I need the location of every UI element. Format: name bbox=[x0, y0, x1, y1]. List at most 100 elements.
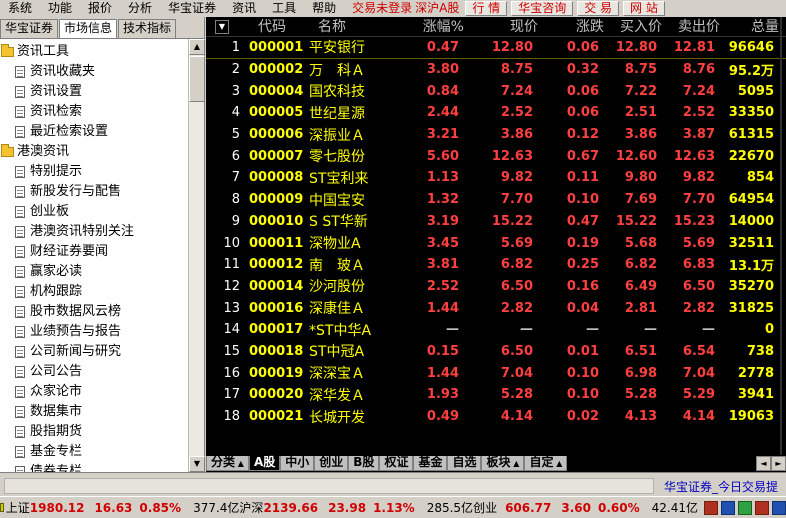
connection-icon[interactable] bbox=[738, 500, 752, 515]
tree-item[interactable]: 业绩预告与报告 bbox=[0, 322, 188, 342]
header-code[interactable]: 代码 bbox=[253, 17, 314, 37]
change-pct: 3.81 bbox=[426, 257, 459, 273]
market-tab[interactable]: 自选 bbox=[447, 456, 482, 471]
menu-tools[interactable]: 工具 bbox=[264, 0, 304, 17]
tree-item-label: 最近检索设置 bbox=[30, 124, 109, 139]
menu-help[interactable]: 帮助 bbox=[304, 0, 344, 17]
market-tab-label: 基金 bbox=[418, 455, 443, 469]
market-tab[interactable]: 分类 ▲ bbox=[206, 456, 249, 471]
header-price[interactable]: 现价 bbox=[464, 17, 538, 37]
grid-divider bbox=[780, 17, 782, 455]
tree-item[interactable]: 股指期货 bbox=[0, 422, 188, 442]
tree-item[interactable]: 财经证券要闻 bbox=[0, 242, 188, 262]
quote-button[interactable]: 行 情 bbox=[465, 1, 508, 16]
table-row[interactable]: 8 000009 中国宝安 1.32 7.70 0.10 7.69 7.70 64954 bbox=[206, 189, 786, 211]
table-row[interactable]: 7 000008 ST宝利来 1.13 9.82 0.11 9.80 9.82 854 bbox=[206, 167, 786, 189]
network-icon[interactable] bbox=[721, 500, 735, 515]
stock-name: 中国宝安 bbox=[309, 192, 365, 209]
tree-item[interactable]: 基金专栏 bbox=[0, 442, 188, 462]
table-row[interactable]: 16 000019 深深宝Ａ 1.44 7.04 0.10 6.98 7.04 2778 bbox=[206, 362, 786, 384]
market-tab[interactable]: 中小 bbox=[280, 456, 315, 471]
tree-item-label: 港澳资讯特别关注 bbox=[30, 224, 135, 239]
scroll-thumb[interactable] bbox=[189, 56, 205, 102]
tree-item[interactable]: 港澳资讯特别关注 bbox=[0, 222, 188, 242]
market-tab[interactable]: 自定 ▲ bbox=[524, 456, 568, 471]
tree-scrollbar[interactable]: ▲ ▼ bbox=[188, 39, 205, 472]
tree-item[interactable]: 股市数据风云榜 bbox=[0, 302, 188, 322]
login-status[interactable]: 交易未登录 bbox=[344, 0, 415, 17]
header-change[interactable]: 涨跌 bbox=[538, 17, 604, 37]
table-row[interactable]: 13 000016 深康佳Ａ 1.44 2.82 0.04 2.81 2.82 31825 bbox=[206, 297, 786, 319]
cy-pct: 0.60% bbox=[598, 500, 640, 515]
menu-analysis[interactable]: 分析 bbox=[120, 0, 160, 17]
market-tab[interactable]: 基金 bbox=[413, 455, 448, 471]
table-row[interactable]: 18 000021 长城开发 0.49 4.14 0.02 4.13 4.14 19063 bbox=[206, 406, 786, 428]
settings-icon[interactable] bbox=[772, 500, 786, 515]
tree-item[interactable]: 数据集市 bbox=[0, 402, 188, 422]
table-row[interactable]: 1 000001 平安银行 0.47 12.80 0.06 12.80 12.81 96646 bbox=[206, 37, 786, 59]
tree-item-label: 赢家必读 bbox=[30, 264, 83, 279]
tree-item[interactable]: 债券专栏 bbox=[0, 462, 188, 472]
table-row[interactable]: 12 000014 沙河股份 2.52 6.50 0.16 6.49 6.50 35270 bbox=[206, 276, 786, 298]
tree-item[interactable]: 创业板 bbox=[0, 202, 188, 222]
market-tab[interactable]: B股 bbox=[348, 456, 380, 471]
market-tab[interactable]: 权证 bbox=[379, 456, 414, 471]
advisor-button[interactable]: 华宝咨询 bbox=[511, 1, 574, 16]
header-change-pct[interactable]: 涨幅% bbox=[402, 17, 464, 37]
trade-button[interactable]: 交 易 bbox=[577, 1, 620, 16]
daily-trade-link[interactable]: 华宝证券_今日交易提 bbox=[664, 478, 778, 495]
tree-folder[interactable]: 港澳资讯 bbox=[0, 142, 188, 162]
website-button[interactable]: 网 站 bbox=[623, 1, 665, 16]
table-row[interactable]: 9 000010 S ST华新 3.19 15.22 0.47 15.22 15.23 1400… bbox=[206, 211, 786, 233]
header-volume[interactable]: 总量 bbox=[720, 17, 779, 37]
tree-item[interactable]: 公司公告 bbox=[0, 362, 188, 382]
tab-scroll-right-icon[interactable]: ► bbox=[771, 456, 786, 471]
tree-item[interactable]: 资讯设置 bbox=[0, 82, 188, 102]
tree-item[interactable]: 机构跟踪 bbox=[0, 282, 188, 302]
scroll-down-icon[interactable]: ▼ bbox=[189, 456, 205, 472]
menu-huabao[interactable]: 华宝证券 bbox=[160, 0, 224, 17]
tab-market-info[interactable]: 市场信息 bbox=[59, 19, 118, 38]
table-row[interactable]: 14 000017 *ST中华A — — — — — 0 bbox=[206, 319, 786, 341]
bid-price: 7.22 bbox=[624, 83, 657, 99]
tree-item[interactable]: 公司新闻与研究 bbox=[0, 342, 188, 362]
tab-huabao[interactable]: 华宝证券 bbox=[0, 19, 59, 38]
tree-item[interactable]: 资讯检索 bbox=[0, 102, 188, 122]
table-row[interactable]: 11 000012 南 玻Ａ 3.81 6.82 0.25 6.82 6.83 13.1万 bbox=[206, 254, 786, 276]
header-ask[interactable]: 卖出价 bbox=[662, 17, 720, 37]
tree-item[interactable]: 众家论市 bbox=[0, 382, 188, 402]
quote-grid: ▼ 代码 名称 涨幅% 现价 涨跌 买入价 卖出价 总量 1 000001 平安银行… bbox=[206, 17, 786, 455]
menu-quote[interactable]: 报价 bbox=[80, 0, 120, 17]
tree-item[interactable]: 最近检索设置 bbox=[0, 122, 188, 142]
sort-dropdown-icon[interactable]: ▼ bbox=[215, 19, 229, 34]
tab-indicators[interactable]: 技术指标 bbox=[118, 19, 177, 38]
tree-folder[interactable]: 资讯工具 bbox=[0, 42, 188, 62]
market-tab[interactable]: 创业 bbox=[314, 456, 349, 471]
market-tab[interactable]: A股 bbox=[248, 456, 281, 471]
volume: 13.1万 bbox=[728, 259, 774, 275]
table-row[interactable]: 5 000006 深振业Ａ 3.21 3.86 0.12 3.86 3.87 61315 bbox=[206, 124, 786, 146]
table-row[interactable]: 10 000011 深物业A 3.45 5.69 0.19 5.68 5.69 32511 bbox=[206, 232, 786, 254]
table-row[interactable]: 17 000020 深华发Ａ 1.93 5.28 0.10 5.28 5.29 3941 bbox=[206, 384, 786, 406]
menu-system[interactable]: 系统 bbox=[0, 0, 40, 17]
tree-item[interactable]: 资讯收藏夹 bbox=[0, 62, 188, 82]
tree-item[interactable]: 赢家必读 bbox=[0, 262, 188, 282]
header-bid[interactable]: 买入价 bbox=[604, 17, 662, 37]
market-label[interactable]: 深沪A股 bbox=[415, 0, 461, 17]
scroll-up-icon[interactable]: ▲ bbox=[189, 39, 205, 55]
table-row[interactable]: 4 000005 世纪星源 2.44 2.52 0.06 2.51 2.52 33350 bbox=[206, 102, 786, 124]
menu-function[interactable]: 功能 bbox=[40, 0, 80, 17]
table-row[interactable]: 2 000002 万 科Ａ 3.80 8.75 0.32 8.75 8.76 95.2万 bbox=[206, 59, 786, 81]
tree-item[interactable]: 新股发行与配售 bbox=[0, 182, 188, 202]
header-name[interactable]: 名称 bbox=[314, 17, 402, 37]
message-icon[interactable] bbox=[755, 500, 769, 515]
market-tab[interactable]: 板块 ▲ bbox=[481, 456, 525, 471]
table-row[interactable]: 3 000004 国农科技 0.84 7.24 0.06 7.22 7.24 5095 bbox=[206, 80, 786, 102]
table-row[interactable]: 15 000018 ST中冠A 0.15 6.50 0.01 6.51 6.54 738 bbox=[206, 341, 786, 363]
tree-item[interactable]: 特别提示 bbox=[0, 162, 188, 182]
table-row[interactable]: 6 000007 零七股份 5.60 12.63 0.67 12.60 12.63 22670 bbox=[206, 145, 786, 167]
alert-icon[interactable] bbox=[704, 500, 718, 515]
menu-info[interactable]: 资讯 bbox=[224, 0, 264, 17]
tab-scroll-left-icon[interactable]: ◄ bbox=[756, 456, 771, 471]
tree-item-label: 数据集市 bbox=[30, 404, 83, 419]
